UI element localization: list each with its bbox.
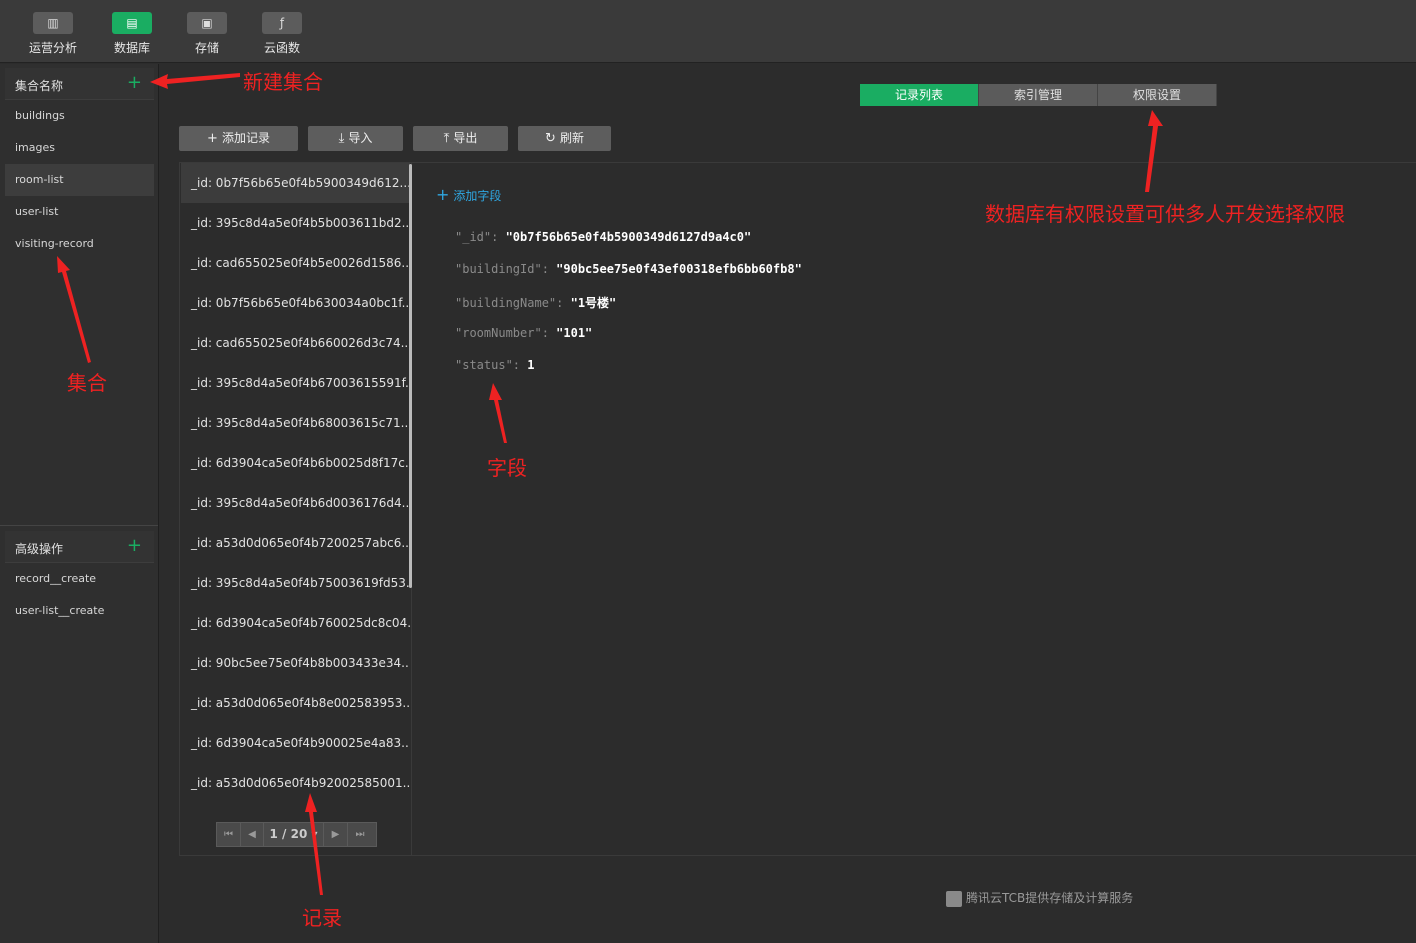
record-item[interactable]: _id: 395c8d4a5e0f4b6d0036176d4...: [181, 483, 410, 523]
record-item[interactable]: _id: 90bc5ee75e0f4b8b003433e34...: [181, 643, 410, 683]
last-page-icon[interactable]: ⏭: [348, 823, 372, 846]
plus-icon: +: [207, 131, 218, 146]
field-value: "1号楼": [570, 296, 617, 310]
collection-item[interactable]: images: [5, 132, 154, 164]
record-item[interactable]: _id: cad655025e0f4b660026d3c74...: [181, 323, 410, 363]
record-list-scrollbar[interactable]: [409, 164, 412, 588]
document-field[interactable]: "roomNumber": "101": [455, 326, 592, 340]
record-item[interactable]: _id: a53d0d065e0f4b8e002583953...: [181, 683, 410, 723]
prev-page-icon[interactable]: ◀: [241, 823, 264, 846]
refresh-icon: ↻: [545, 131, 556, 146]
next-page-icon[interactable]: ▶: [324, 823, 348, 846]
field-key: "buildingName": [455, 296, 557, 310]
record-item[interactable]: _id: 395c8d4a5e0f4b68003615c71...: [181, 403, 410, 443]
toolbar-label: 运营分析: [28, 41, 77, 55]
top-toolbar: ▥ 运营分析 ▤ 数据库 ▣ 存储 ƒ 云函数: [0, 0, 1416, 63]
annotation-new-collection: 新建集合: [243, 70, 323, 94]
field-value: "0b7f56b65e0f4b5900349d6127d9a4c0": [505, 230, 752, 244]
field-value: "90bc5ee75e0f43ef00318efb6bb60fb8": [556, 262, 802, 276]
annotation-collection: 集合: [67, 371, 107, 395]
footer-text: 腾讯云TCB提供存储及计算服务: [966, 891, 1134, 905]
record-item[interactable]: _id: 6d3904ca5e0f4b6b0025d8f17c...: [181, 443, 410, 483]
toolbar-item-storage[interactable]: ▣ 存储: [177, 12, 237, 56]
document-field[interactable]: "buildingId": "90bc5ee75e0f43ef00318efb6…: [455, 262, 802, 276]
add-collection-icon[interactable]: +: [127, 73, 142, 93]
function-icon: ƒ: [262, 12, 302, 34]
add-record-button[interactable]: + 添加记录: [179, 126, 298, 151]
add-field-label: 添加字段: [453, 189, 502, 203]
bar-chart-icon: ▥: [33, 12, 73, 34]
pagination: ⏮ ◀ 1 / 20 ▾ ▶ ⏭: [216, 822, 377, 847]
advanced-header: 高级操作 +: [5, 531, 154, 563]
annotation-permissions: 数据库有权限设置可供多人开发选择权限: [985, 202, 1345, 226]
field-key: "buildingId": [455, 262, 542, 276]
add-field-button[interactable]: + 添加字段: [436, 185, 501, 204]
record-item[interactable]: _id: 0b7f56b65e0f4b5900349d612...: [181, 163, 410, 203]
export-button[interactable]: ⤒ 导出: [413, 126, 508, 151]
field-value: 1: [527, 358, 535, 372]
refresh-label: 刷新: [559, 131, 584, 145]
record-list: _id: 0b7f56b65e0f4b5900349d612... _id: 3…: [180, 163, 412, 855]
collection-item[interactable]: visiting-record: [5, 228, 154, 260]
tencent-cloud-logo-icon: [946, 890, 962, 907]
add-advanced-icon[interactable]: +: [127, 536, 142, 556]
upload-icon: ⤒: [443, 131, 450, 146]
tab-bar: 记录列表 索引管理 权限设置: [860, 84, 1217, 106]
record-item[interactable]: _id: 0b7f56b65e0f4b630034a0bc1f...: [181, 283, 410, 323]
record-item[interactable]: _id: 395c8d4a5e0f4b5b003611bd2...: [181, 203, 410, 243]
record-item[interactable]: _id: 395c8d4a5e0f4b75003619fd53...: [181, 563, 410, 603]
field-key: "roomNumber": [455, 326, 542, 340]
sidebar: 集合名称 + buildings images room-list user-l…: [0, 64, 159, 943]
field-key: "status": [455, 358, 513, 372]
collection-item[interactable]: buildings: [5, 100, 154, 132]
toolbar-label: 数据库: [113, 41, 150, 55]
toolbar-item-database[interactable]: ▤ 数据库: [102, 12, 162, 56]
export-label: 导出: [453, 131, 478, 145]
advanced-title: 高级操作: [15, 542, 64, 556]
field-value: "101": [556, 326, 593, 340]
plus-icon: +: [436, 185, 450, 204]
first-page-icon[interactable]: ⏮: [217, 823, 241, 846]
download-icon: ⤓: [338, 131, 345, 146]
tab-indexes[interactable]: 索引管理: [979, 84, 1098, 106]
record-item[interactable]: _id: 6d3904ca5e0f4b900025e4a83...: [181, 723, 410, 763]
sidebar-divider: [0, 525, 158, 526]
footer-credit: 腾讯云TCB提供存储及计算服务: [946, 889, 1133, 907]
annotation-field: 字段: [487, 456, 527, 480]
field-key: "_id": [455, 230, 492, 244]
collections-header: 集合名称 +: [5, 68, 154, 100]
annotation-record: 记录: [302, 906, 342, 930]
collection-item[interactable]: user-list: [5, 196, 154, 228]
toolbar-item-cloud-functions[interactable]: ƒ 云函数: [252, 12, 312, 56]
collections-title: 集合名称: [15, 79, 64, 93]
add-record-label: 添加记录: [221, 131, 270, 145]
document-field[interactable]: "_id": "0b7f56b65e0f4b5900349d6127d9a4c0…: [455, 230, 751, 244]
tab-records[interactable]: 记录列表: [860, 84, 979, 106]
import-button[interactable]: ⤓ 导入: [308, 126, 403, 151]
database-icon: ▤: [112, 12, 152, 34]
arrow-new-collection: [150, 73, 240, 89]
collection-item-selected[interactable]: room-list: [5, 164, 154, 196]
page-label: 1 / 20: [269, 827, 308, 841]
refresh-button[interactable]: ↻ 刷新: [518, 126, 611, 151]
advanced-item[interactable]: user-list__create: [5, 595, 154, 627]
document-field[interactable]: "status": 1: [455, 358, 534, 372]
import-label: 导入: [348, 131, 373, 145]
page-selector[interactable]: 1 / 20 ▾: [264, 823, 324, 846]
toolbar-label: 云函数: [263, 41, 300, 55]
toolbar-item-analytics[interactable]: ▥ 运营分析: [23, 12, 83, 56]
record-item[interactable]: _id: 6d3904ca5e0f4b760025dc8c04...: [181, 603, 410, 643]
save-icon: ▣: [187, 12, 227, 34]
record-item[interactable]: _id: a53d0d065e0f4b92002585001...: [181, 763, 410, 803]
advanced-item[interactable]: record__create: [5, 563, 154, 595]
record-item[interactable]: _id: 395c8d4a5e0f4b67003615591f...: [181, 363, 410, 403]
record-item[interactable]: _id: cad655025e0f4b5e0026d1586...: [181, 243, 410, 283]
document-field[interactable]: "buildingName": "1号楼": [455, 294, 616, 311]
toolbar-label: 存储: [194, 41, 219, 55]
tab-permissions[interactable]: 权限设置: [1098, 84, 1217, 106]
record-item[interactable]: _id: a53d0d065e0f4b7200257abc6...: [181, 523, 410, 563]
